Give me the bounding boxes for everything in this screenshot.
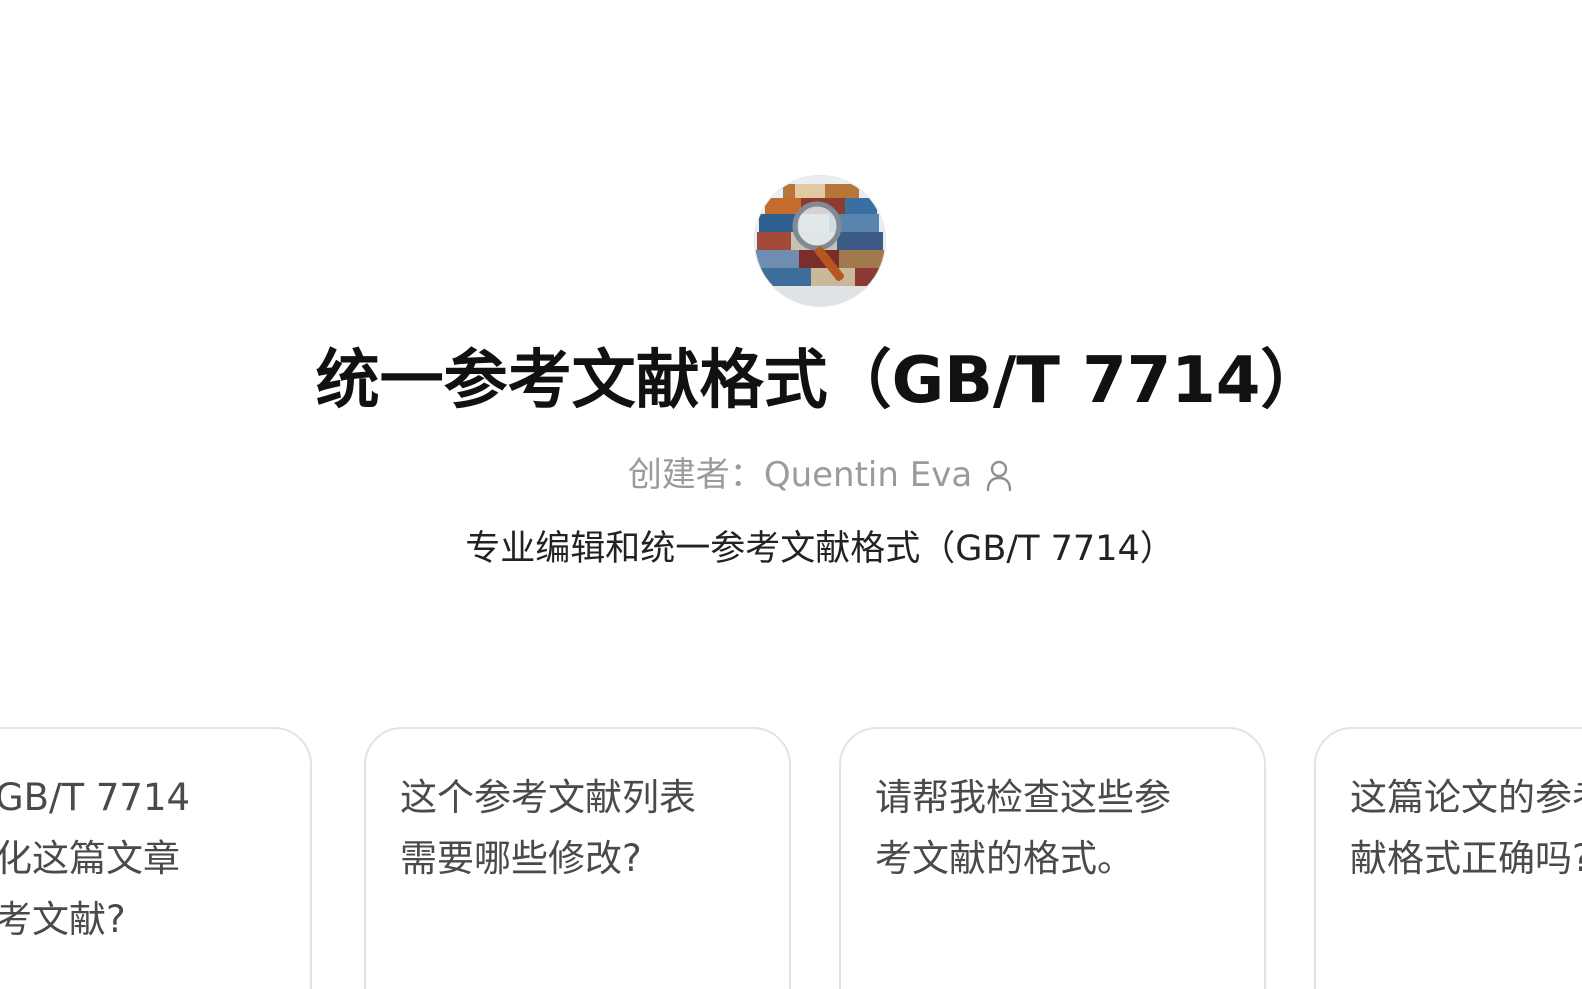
conversation-starters: 请按GB/T 7714 格式化这篇文章 的参考文献? 这个参考文献列表 需要哪些… xyxy=(0,727,1582,989)
starter-text: 请按GB/T 7714 格式化这篇文章 的参考文献? xyxy=(0,776,191,941)
starter-card[interactable]: 请帮我检查这些参 考文献的格式。 xyxy=(839,727,1266,989)
gpt-avatar xyxy=(755,176,885,306)
starter-text: 这个参考文献列表 需要哪些修改? xyxy=(400,776,696,880)
starter-text: 这篇论文的参考文 献格式正确吗? xyxy=(1350,776,1582,880)
creator-label: 创建者： xyxy=(627,455,764,495)
creator-name[interactable]: Quentin Eva xyxy=(764,455,972,495)
gpt-profile-page: 统一参考文献格式（GB/T 7714） 创建者：Quentin Eva 专业编辑… xyxy=(0,0,1582,989)
starter-card[interactable]: 这篇论文的参考文 献格式正确吗? xyxy=(1314,727,1582,989)
starter-card[interactable]: 这个参考文献列表 需要哪些修改? xyxy=(364,727,791,989)
gpt-title: 统一参考文献格式（GB/T 7714） xyxy=(315,344,1325,418)
starter-text: 请帮我检查这些参 考文献的格式。 xyxy=(875,776,1171,880)
creator-line: 创建者：Quentin Eva xyxy=(0,452,1582,498)
books-magnifier-icon xyxy=(755,176,885,306)
gpt-description: 专业编辑和统一参考文献格式（GB/T 7714） xyxy=(465,529,1175,569)
starter-card[interactable]: 请按GB/T 7714 格式化这篇文章 的参考文献? xyxy=(0,727,312,989)
person-icon[interactable] xyxy=(986,458,1012,491)
